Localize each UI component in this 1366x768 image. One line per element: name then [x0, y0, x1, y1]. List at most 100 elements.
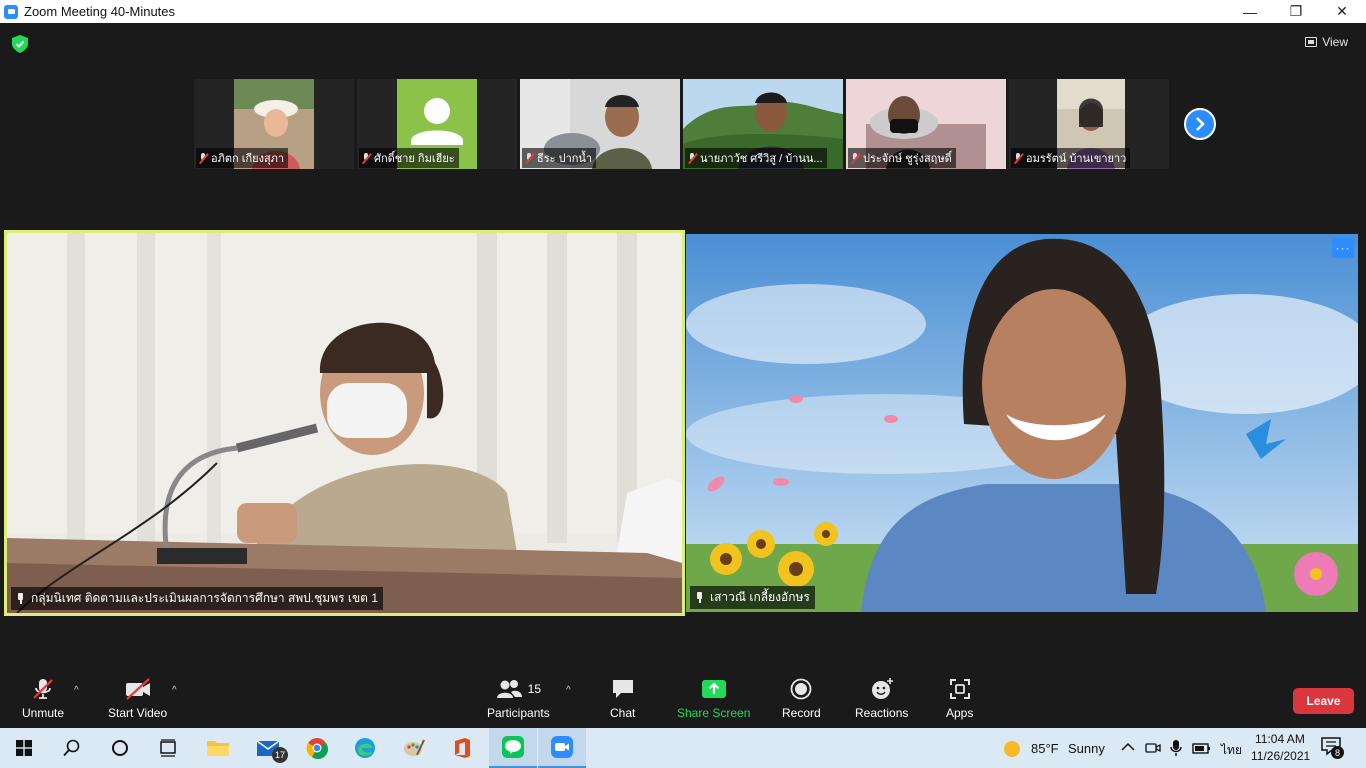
- show-hidden-icons-chevron-icon[interactable]: [1121, 742, 1135, 752]
- muted-mic-icon: [851, 152, 860, 164]
- leave-button[interactable]: Leave: [1293, 688, 1354, 714]
- share-screen-button[interactable]: Share Screen: [677, 677, 750, 720]
- participant-name: อภิตก เกียงสุภา: [211, 153, 285, 165]
- participant-thumbnail[interactable]: อภิตก เกียงสุภา: [194, 79, 354, 169]
- weather-temperature[interactable]: 85°F: [1031, 741, 1059, 756]
- video-name-tag: เสาวณี เกลี้ยงอักษร: [690, 586, 815, 609]
- participants-options-caret[interactable]: ^: [566, 685, 571, 696]
- mail-taskbar-icon[interactable]: 17: [245, 728, 293, 768]
- windows-logo-icon: [16, 740, 32, 756]
- active-speaker-video[interactable]: กลุ่มนิเทศ ติดตามและประเมินผลการจัดการศึ…: [4, 230, 685, 616]
- participants-label: Participants: [487, 706, 550, 720]
- clock-time[interactable]: 11:04 AM: [1255, 732, 1305, 746]
- muted-mic-icon: [688, 152, 697, 164]
- office-icon: [455, 738, 470, 758]
- participants-button[interactable]: 15 Participants: [487, 677, 550, 720]
- meeting-area: View อภิตก เกียงสุภา ศักดิ์ชาย กิมเฮียะ: [0, 23, 1366, 728]
- weather-condition[interactable]: Sunny: [1068, 741, 1105, 756]
- audio-options-caret[interactable]: ^: [74, 685, 79, 696]
- chrome-icon: [306, 738, 328, 759]
- search-icon: [63, 739, 80, 757]
- participant-name: ประจักษ์ ชูรุ่งสฤษดิ์: [863, 153, 952, 165]
- mail-unread-badge: 17: [272, 747, 288, 763]
- start-button[interactable]: [0, 728, 48, 768]
- chevron-right-icon: [1196, 117, 1205, 131]
- participant-name: ธีระ ปากน้ำ: [537, 153, 593, 165]
- windows-taskbar: 17 85°F Sunny ไทย 11:04 AM 11/26/2021 8: [0, 728, 1366, 768]
- share-screen-label: Share Screen: [677, 706, 751, 720]
- participant-thumbnail[interactable]: ประจักษ์ ชูรุ่งสฤษดิ์: [846, 79, 1006, 169]
- participant-name-tag: นายภาวัช ศรีวิสู / บ้านน...: [685, 148, 827, 168]
- maximize-button[interactable]: ❐: [1273, 0, 1319, 23]
- participant-name-tag: อมรรัตน์ บ้านเขายาว: [1011, 148, 1131, 168]
- participants-count: 15: [527, 682, 542, 696]
- start-video-button[interactable]: Start Video: [108, 677, 167, 720]
- participant-name: เสาวณี เกลี้ยงอักษร: [710, 590, 810, 604]
- edge-icon: [355, 738, 375, 758]
- participant-main-video[interactable]: ··· เสาวณี เกลี้ยงอักษร: [686, 234, 1358, 612]
- security-shield-icon[interactable]: [12, 35, 28, 53]
- unmute-label: Unmute: [22, 706, 65, 720]
- meet-now-icon[interactable]: [1145, 739, 1161, 757]
- folder-icon: [207, 741, 229, 756]
- next-page-button[interactable]: [1184, 108, 1216, 140]
- chrome-taskbar-icon[interactable]: [293, 728, 341, 768]
- clock-date[interactable]: 11/26/2021: [1251, 749, 1310, 763]
- notification-center-button[interactable]: 8: [1320, 736, 1346, 760]
- start-video-label: Start Video: [108, 706, 168, 720]
- paint-palette-icon: [404, 739, 425, 756]
- apps-button[interactable]: Apps: [946, 677, 973, 720]
- participant-video: [686, 234, 1358, 612]
- participant-thumbnail[interactable]: นายภาวัช ศรีวิสู / บ้านน...: [683, 79, 843, 169]
- meeting-toolbar: Unmute ^ Start Video ^ 15 Participants ^…: [0, 671, 1366, 728]
- participant-name-tag: ศักดิ์ชาย กิมเฮียะ: [359, 148, 459, 168]
- cortana-button[interactable]: [96, 728, 144, 768]
- unmute-button[interactable]: Unmute: [22, 677, 64, 720]
- notification-count-badge: 8: [1331, 746, 1344, 759]
- video-name-tag: กลุ่มนิเทศ ติดตามและประเมินผลการจัดการศึ…: [11, 587, 383, 610]
- reactions-button[interactable]: Reactions: [855, 677, 908, 720]
- participant-name-tag: อภิตก เกียงสุภา: [196, 148, 289, 168]
- chat-label: Chat: [610, 706, 636, 720]
- battery-icon[interactable]: [1192, 740, 1212, 756]
- share-screen-icon: [701, 680, 726, 698]
- task-view-icon: [160, 739, 176, 757]
- task-view-button[interactable]: [144, 728, 192, 768]
- participant-name: ศักดิ์ชาย กิมเฮียะ: [374, 153, 455, 165]
- line-taskbar-icon[interactable]: [489, 728, 537, 768]
- participant-name: กลุ่มนิเทศ ติดตามและประเมินผลการจัดการศึ…: [31, 591, 378, 605]
- microphone-tray-icon[interactable]: [1169, 738, 1183, 758]
- muted-mic-icon: [362, 152, 371, 164]
- record-icon: [790, 678, 812, 700]
- search-button[interactable]: [48, 728, 96, 768]
- view-button[interactable]: View: [1305, 35, 1348, 49]
- cortana-icon: [112, 740, 128, 756]
- video-options-caret[interactable]: ^: [172, 685, 177, 696]
- participant-thumbnail[interactable]: อมรรัตน์ บ้านเขายาว: [1009, 79, 1169, 169]
- file-explorer-taskbar-icon[interactable]: [194, 728, 242, 768]
- muted-mic-icon: [199, 152, 208, 164]
- participant-thumbnail[interactable]: ศักดิ์ชาย กิมเฮียะ: [357, 79, 517, 169]
- input-language-indicator[interactable]: ไทย: [1221, 741, 1242, 760]
- view-label: View: [1322, 35, 1348, 49]
- video-options-button[interactable]: ···: [1332, 238, 1354, 258]
- office-taskbar-icon[interactable]: [438, 728, 486, 768]
- chat-button[interactable]: Chat: [610, 677, 635, 720]
- minimize-button[interactable]: —: [1227, 0, 1273, 23]
- reactions-label: Reactions: [855, 706, 909, 720]
- muted-mic-icon: [525, 152, 534, 164]
- paint-taskbar-icon[interactable]: [390, 728, 438, 768]
- participant-thumbnail[interactable]: ธีระ ปากน้ำ: [520, 79, 680, 169]
- apps-icon: [949, 679, 970, 699]
- pin-icon: [16, 593, 26, 604]
- reactions-icon: [871, 678, 893, 699]
- participant-video: [7, 233, 682, 613]
- participant-name: นายภาวัช ศรีวิสู / บ้านน...: [700, 153, 823, 165]
- record-button[interactable]: Record: [782, 677, 821, 720]
- close-button[interactable]: ✕: [1319, 0, 1365, 23]
- edge-taskbar-icon[interactable]: [341, 728, 389, 768]
- apps-label: Apps: [946, 706, 974, 720]
- muted-microphone-icon: [33, 679, 53, 699]
- zoom-taskbar-icon[interactable]: [538, 728, 586, 768]
- window-titlebar: Zoom Meeting 40-Minutes — ❐ ✕: [0, 0, 1366, 23]
